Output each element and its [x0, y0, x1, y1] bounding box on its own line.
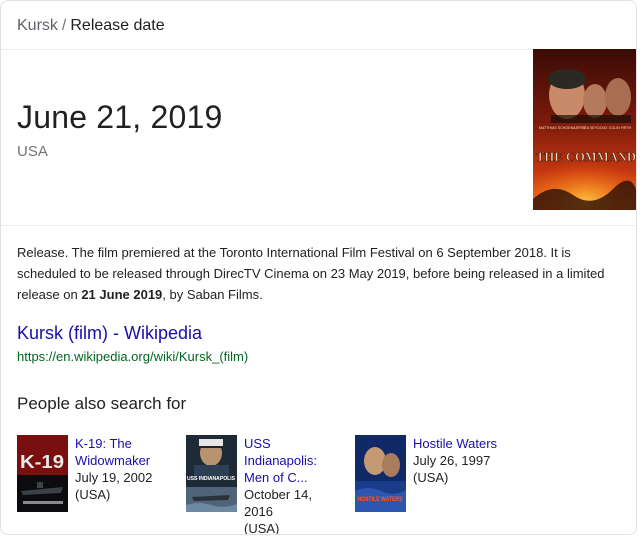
hostile-waters-poster-image: HOSTILE WATERS	[355, 435, 406, 512]
related-movie-thumbnail[interactable]: HOSTILE WATERS	[355, 435, 406, 512]
related-movie-info: USS Indianapolis: Men of C... October 14…	[244, 435, 340, 535]
source-url: https://en.wikipedia.org/wiki/Kursk_(fil…	[17, 349, 249, 364]
movie-poster[interactable]: MATTHIAS SCHOENAERTS LÉA SEYDOUX COLIN F…	[533, 49, 636, 210]
uss-indianapolis-poster-image: USS INDIANAPOLIS	[186, 435, 237, 512]
people-also-search-heading: People also search for	[17, 394, 187, 413]
related-movie-title[interactable]: USS Indianapolis: Men of C...	[244, 435, 340, 486]
uss-poster-title: USS INDIANAPOLIS	[187, 476, 236, 482]
related-movie-info: Hostile Waters July 26, 1997 (USA)	[413, 435, 509, 486]
related-movie-title[interactable]: Hostile Waters	[413, 435, 509, 452]
poster-name-1: MATTHIAS SCHOENAERTS	[539, 126, 586, 130]
related-movie-date: July 19, 2002	[75, 470, 153, 485]
description: Release. The film premiered at the Toron…	[17, 242, 619, 305]
description-bold-date: 21 June 2019	[81, 287, 163, 302]
breadcrumb: Kursk / Release date	[17, 16, 165, 36]
related-movie-country: (USA)	[75, 487, 111, 502]
breadcrumb-current: Release date	[70, 17, 165, 34]
related-movie-country: (USA)	[413, 470, 449, 485]
hostile-waters-poster-title: HOSTILE WATERS	[358, 497, 403, 503]
source-link[interactable]: Kursk (film) - Wikipedia	[17, 321, 202, 345]
related-movie-date: July 26, 1997	[413, 453, 491, 468]
related-movie-thumbnail[interactable]: K-19	[17, 435, 68, 512]
k19-poster-title: K-19	[20, 452, 64, 472]
breadcrumb-separator: /	[61, 17, 67, 34]
related-movie-info: K-19: The Widowmaker July 19, 2002 (USA)	[75, 435, 171, 503]
movie-poster-image: MATTHIAS SCHOENAERTS LÉA SEYDOUX COLIN F…	[533, 49, 636, 210]
breadcrumb-parent[interactable]: Kursk	[17, 17, 58, 34]
knowledge-card: Kursk / Release date June 21, 2019 USA M…	[0, 0, 637, 535]
poster-name-3: COLIN FIRTH	[609, 126, 632, 130]
related-movie-title[interactable]: K-19: The Widowmaker	[75, 435, 171, 469]
poster-name-2: LÉA SEYDOUX	[582, 125, 608, 130]
description-text-after: , by Saban Films.	[162, 287, 263, 302]
related-movie-thumbnail[interactable]: USS INDIANAPOLIS	[186, 435, 237, 512]
answer-value: June 21, 2019	[17, 99, 223, 135]
k19-poster-image: K-19	[17, 435, 68, 512]
related-movie-date: October 14, 2016	[244, 487, 312, 519]
related-movie-country: (USA)	[244, 521, 280, 535]
answer-country: USA	[17, 143, 48, 160]
poster-title: THE COMMAND	[536, 149, 636, 164]
answer-divider	[1, 225, 636, 226]
